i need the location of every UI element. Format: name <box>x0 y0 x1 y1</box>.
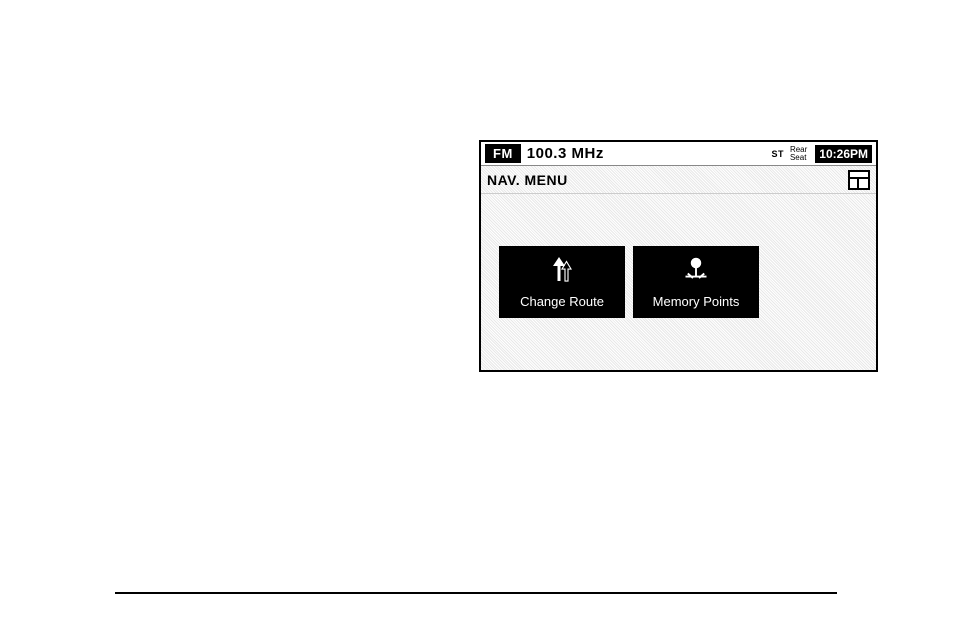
screen-title: NAV. MENU <box>487 172 568 188</box>
memory-point-pin-icon <box>681 255 711 288</box>
radio-band-badge[interactable]: FM <box>485 144 521 163</box>
memory-points-button[interactable]: Memory Points <box>633 246 759 318</box>
stereo-indicator: ST <box>771 149 784 159</box>
clock-display: 10:26PM <box>815 145 872 163</box>
change-route-label: Change Route <box>520 294 604 309</box>
document-page: FM 100.3 MHz ST Rear Seat 10:26PM NAV. M… <box>0 0 954 636</box>
title-row: NAV. MENU <box>481 166 876 194</box>
route-arrows-icon <box>547 255 577 288</box>
nav-device-screen: FM 100.3 MHz ST Rear Seat 10:26PM NAV. M… <box>479 140 878 372</box>
footer-divider <box>115 592 837 594</box>
radio-frequency: 100.3 MHz <box>527 145 604 162</box>
menu-content-area: Change Route Memory Points <box>481 194 876 370</box>
memory-points-label: Memory Points <box>653 294 740 309</box>
multi-window-icon[interactable] <box>848 170 870 190</box>
change-route-button[interactable]: Change Route <box>499 246 625 318</box>
rear-seat-indicator[interactable]: Rear Seat <box>790 146 807 162</box>
status-bar: FM 100.3 MHz ST Rear Seat 10:26PM <box>481 142 876 166</box>
rear-seat-line2: Seat <box>790 154 807 162</box>
